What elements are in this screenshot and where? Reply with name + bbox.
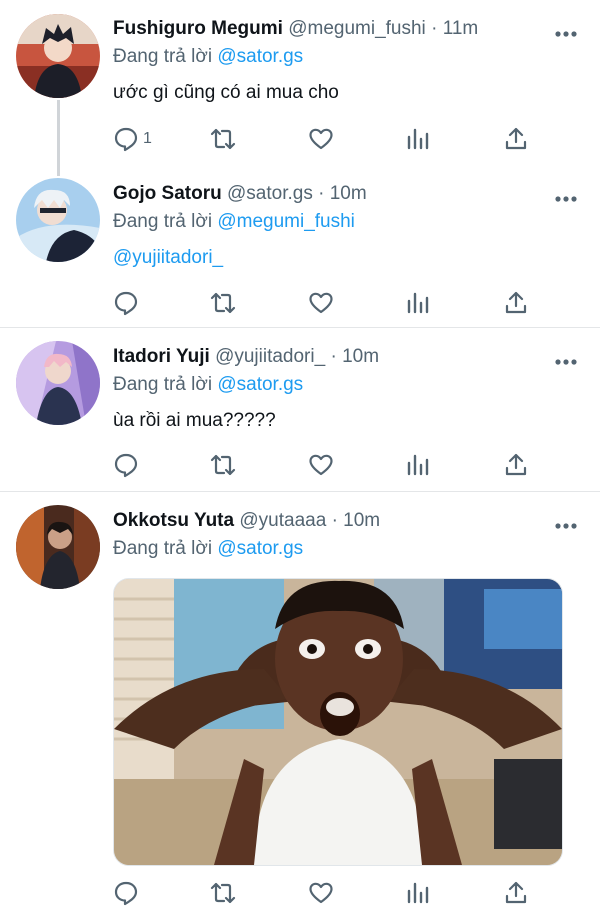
tweet-text: ùa rồi ai mua?????	[113, 410, 276, 431]
analytics-button[interactable]	[405, 126, 431, 152]
tweet-actions: 1	[113, 126, 533, 152]
reply-prefix: Đang trả lời	[113, 46, 213, 67]
more-icon[interactable]	[554, 26, 578, 37]
like-button[interactable]	[308, 126, 334, 152]
share-icon	[503, 880, 529, 906]
share-icon	[503, 290, 529, 316]
tweet-megumi[interactable]: Fushiguro Megumi @megumi_fushi · 11m Đan…	[0, 0, 600, 165]
share-icon	[503, 452, 529, 478]
reply-button[interactable]	[113, 880, 139, 906]
analytics-icon	[405, 880, 431, 906]
handle[interactable]: @sator.gs	[227, 183, 313, 204]
tweet-header: Itadori Yuji @yujiitadori_ · 10m	[113, 344, 580, 370]
share-button[interactable]	[503, 290, 529, 316]
timestamp[interactable]: 11m	[443, 18, 479, 39]
reply-icon	[113, 880, 139, 906]
handle[interactable]: @yutaaaa	[239, 510, 326, 531]
display-name[interactable]: Gojo Satoru	[113, 183, 222, 204]
reply-prefix: Đang trả lời	[113, 211, 213, 232]
tweet-actions	[113, 290, 533, 316]
like-button[interactable]	[308, 290, 334, 316]
reply-mention[interactable]: @sator.gs	[217, 46, 303, 67]
tweet-okkotsu[interactable]: Okkotsu Yuta @yutaaaa · 10m Đang trả lời…	[0, 492, 600, 906]
like-icon	[308, 126, 334, 152]
reply-button[interactable]	[113, 452, 139, 478]
reply-icon	[113, 290, 139, 316]
reply-mention[interactable]: @sator.gs	[217, 374, 303, 395]
more-icon[interactable]	[554, 191, 578, 202]
reply-icon	[113, 452, 139, 478]
avatar-gojo[interactable]	[16, 178, 100, 262]
tweet-actions	[113, 880, 533, 906]
reply-mention[interactable]: @megumi_fushi	[217, 211, 355, 232]
timestamp[interactable]: 10m	[343, 510, 380, 531]
reply-mention[interactable]: @sator.gs	[217, 538, 303, 559]
share-button[interactable]	[503, 126, 529, 152]
analytics-button[interactable]	[405, 880, 431, 906]
like-icon	[308, 290, 334, 316]
display-name[interactable]: Fushiguro Megumi	[113, 18, 283, 39]
retweet-button[interactable]	[210, 290, 236, 316]
retweet-icon	[210, 452, 236, 478]
analytics-icon	[405, 290, 431, 316]
tweet-itadori[interactable]: Itadori Yuji @yujiitadori_ · 10m Đang tr…	[0, 328, 600, 490]
analytics-icon	[405, 452, 431, 478]
display-name[interactable]: Itadori Yuji	[113, 346, 210, 367]
analytics-button[interactable]	[405, 452, 431, 478]
tweet-media-image[interactable]	[113, 578, 563, 866]
share-button[interactable]	[503, 452, 529, 478]
share-button[interactable]	[503, 880, 529, 906]
reply-button[interactable]	[113, 290, 139, 316]
handle[interactable]: @megumi_fushi	[288, 18, 426, 39]
timestamp[interactable]: 10m	[330, 183, 367, 204]
separator-dot: ·	[330, 346, 337, 367]
retweet-button[interactable]	[210, 880, 236, 906]
reply-prefix: Đang trả lời	[113, 538, 213, 559]
share-icon	[503, 126, 529, 152]
tweet-text-mention[interactable]: @yujiitadori_	[113, 245, 580, 271]
tweet-header: Okkotsu Yuta @yutaaaa · 10m	[113, 508, 580, 534]
reply-context: Đang trả lời @sator.gs	[113, 372, 580, 398]
avatar-okkotsu[interactable]	[16, 505, 100, 589]
reply-icon	[113, 126, 139, 152]
tweet-gojo[interactable]: Gojo Satoru @sator.gs · 10m Đang trả lời…	[0, 165, 600, 327]
reply-context: Đang trả lời @sator.gs	[113, 44, 580, 70]
retweet-icon	[210, 290, 236, 316]
timestamp[interactable]: 10m	[342, 346, 379, 367]
display-name[interactable]: Okkotsu Yuta	[113, 510, 234, 531]
avatar-itadori[interactable]	[16, 341, 100, 425]
avatar-megumi[interactable]	[16, 14, 100, 98]
tweet-header: Fushiguro Megumi @megumi_fushi · 11m	[113, 16, 580, 42]
tweet-actions	[113, 452, 533, 478]
retweet-icon	[210, 126, 236, 152]
more-icon[interactable]	[554, 518, 578, 529]
like-button[interactable]	[308, 452, 334, 478]
tweet-text: ước gì cũng có ai mua cho	[113, 82, 339, 103]
retweet-button[interactable]	[210, 126, 236, 152]
reply-count: 1	[143, 130, 152, 147]
retweet-button[interactable]	[210, 452, 236, 478]
separator-dot: ·	[318, 183, 325, 204]
more-icon[interactable]	[554, 354, 578, 365]
reply-context: Đang trả lời @megumi_fushi	[113, 209, 580, 235]
separator-dot: ·	[331, 510, 338, 531]
retweet-icon	[210, 880, 236, 906]
reply-prefix: Đang trả lời	[113, 374, 213, 395]
analytics-icon	[405, 126, 431, 152]
handle[interactable]: @yujiitadori_	[215, 346, 325, 367]
reply-button[interactable]: 1	[113, 126, 152, 152]
reply-context: Đang trả lời @sator.gs	[113, 536, 580, 562]
separator-dot: ·	[431, 18, 438, 39]
like-icon	[308, 452, 334, 478]
like-button[interactable]	[308, 880, 334, 906]
analytics-button[interactable]	[405, 290, 431, 316]
like-icon	[308, 880, 334, 906]
tweet-header: Gojo Satoru @sator.gs · 10m	[113, 181, 580, 207]
